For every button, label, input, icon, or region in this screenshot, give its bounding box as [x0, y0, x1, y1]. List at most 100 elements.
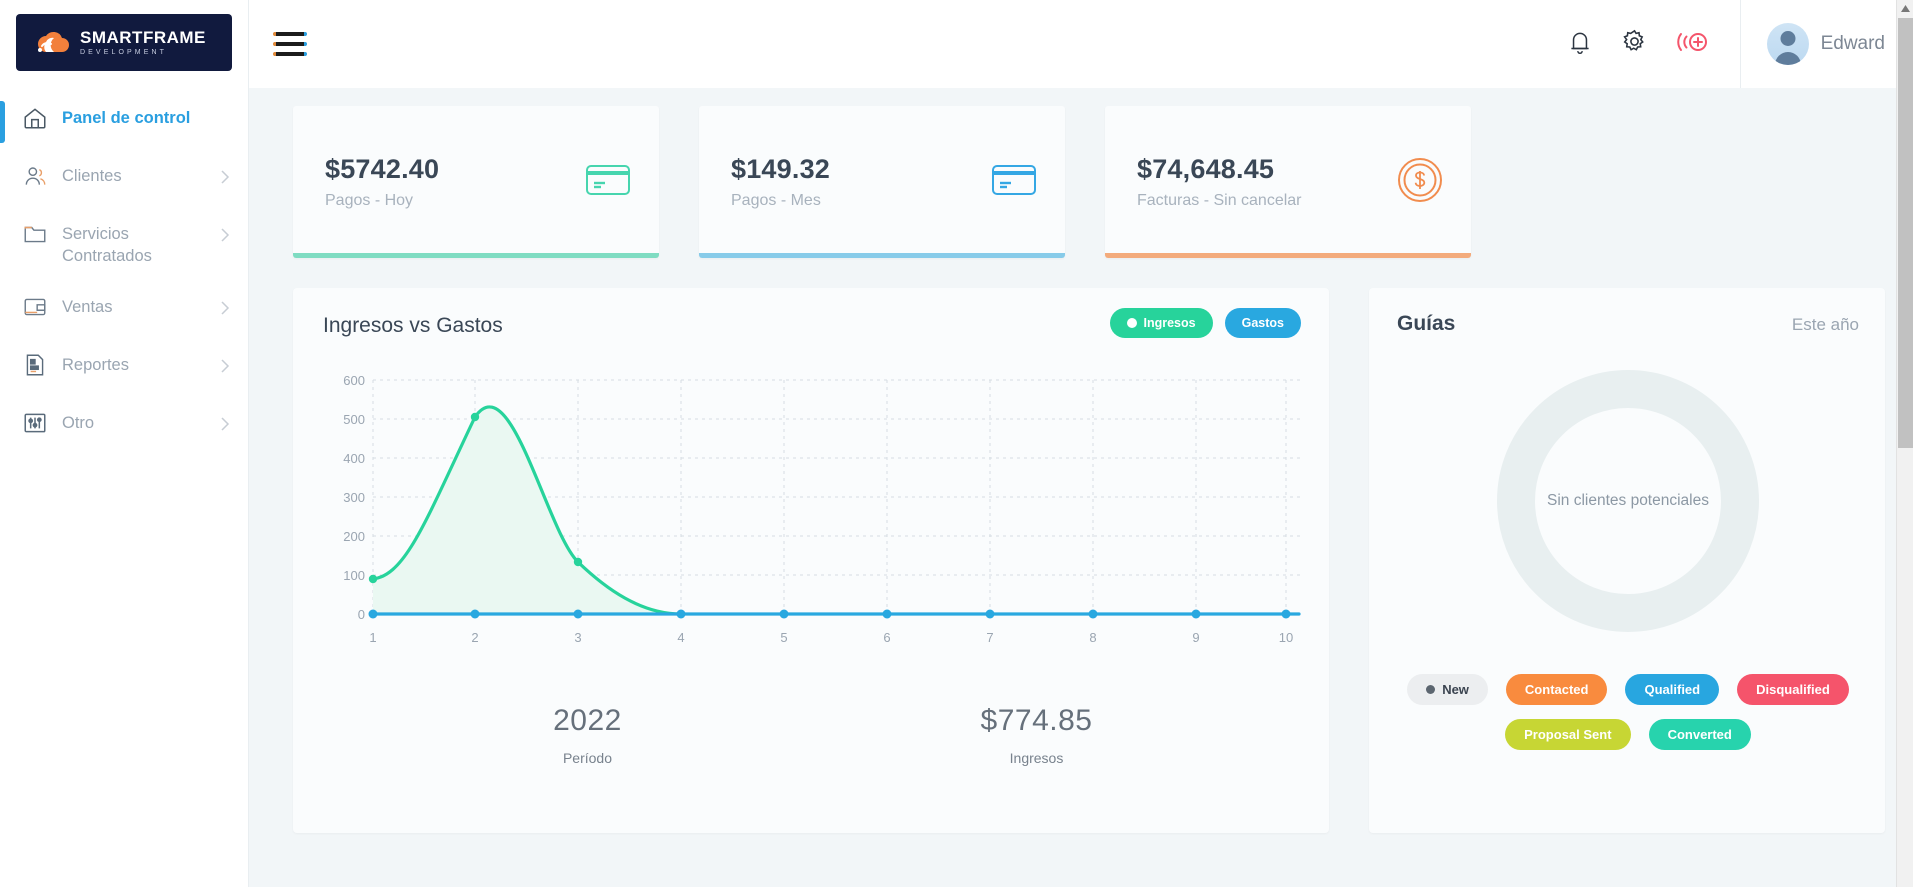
- stat-label: Facturas - Sin cancelar: [1137, 192, 1397, 210]
- brand-title: SMARTFRAME: [80, 29, 206, 46]
- logo-container[interactable]: SMARTFRAME DEVELOPMENT: [0, 0, 248, 87]
- stat-accent-bar: [1105, 253, 1471, 258]
- chart-card: Ingresos vs Gastos Ingresos Gastos: [293, 288, 1329, 833]
- broadcast-add-icon[interactable]: [1676, 28, 1710, 61]
- chevron-right-icon: [220, 227, 230, 243]
- status-badge-converted[interactable]: Converted: [1649, 719, 1751, 750]
- svg-text:4: 4: [677, 630, 684, 645]
- legend-pill-ingresos[interactable]: Ingresos: [1110, 308, 1213, 338]
- footer-label: Ingresos: [812, 750, 1261, 766]
- stat-cards: $5742.40 Pagos - Hoy: [293, 106, 1885, 258]
- badge-label: Proposal Sent: [1524, 727, 1611, 742]
- folder-icon: [22, 221, 48, 247]
- sidebar-item-label: Reportes: [62, 354, 206, 376]
- guides-period-selector[interactable]: Este año: [1792, 315, 1859, 335]
- svg-text:500: 500: [343, 412, 365, 427]
- status-badge-disqualified[interactable]: Disqualified: [1737, 674, 1849, 705]
- sliders-icon: [22, 410, 48, 436]
- svg-text:300: 300: [343, 490, 365, 505]
- badge-label: Disqualified: [1756, 682, 1830, 697]
- report-icon: [22, 352, 48, 378]
- badge-label: New: [1442, 682, 1469, 697]
- brand-text: SMARTFRAME DEVELOPMENT: [80, 29, 206, 56]
- svg-text:400: 400: [343, 451, 365, 466]
- status-badge-new[interactable]: New: [1407, 674, 1488, 705]
- stat-value: $149.32: [731, 154, 991, 185]
- badge-label: Converted: [1668, 727, 1732, 742]
- users-icon: [22, 163, 48, 189]
- panels: Ingresos vs Gastos Ingresos Gastos: [293, 288, 1885, 833]
- status-dot-icon: [1426, 685, 1435, 694]
- status-badge-contacted[interactable]: Contacted: [1506, 674, 1608, 705]
- sidebar-item-panel-de-control[interactable]: Panel de control: [0, 93, 248, 151]
- status-badges: New Contacted Qualified Disqualified Pro: [1397, 674, 1859, 750]
- sidebar-item-ventas[interactable]: Ventas: [0, 282, 248, 340]
- svg-text:3: 3: [574, 630, 581, 645]
- status-badge-qualified[interactable]: Qualified: [1625, 674, 1719, 705]
- stat-value: $74,648.45: [1137, 154, 1397, 185]
- svg-text:7: 7: [986, 630, 993, 645]
- ingresos-area: [373, 407, 681, 614]
- donut-chart-container: Sin clientes potenciales: [1397, 336, 1859, 666]
- stat-card-pagos-mes[interactable]: $149.32 Pagos - Mes: [699, 106, 1065, 258]
- credit-card-icon: [585, 163, 631, 202]
- svg-text:10: 10: [1279, 630, 1293, 645]
- svg-text:5: 5: [780, 630, 787, 645]
- sidebar-item-label: Ventas: [62, 296, 206, 318]
- area-chart-svg: 600 500 400 300 200 100 0 1: [331, 370, 1301, 670]
- sidebar-item-otro[interactable]: Otro: [0, 398, 248, 456]
- chart-footer-ingresos: $774.85 Ingresos: [812, 704, 1261, 766]
- stat-card-pagos-hoy[interactable]: $5742.40 Pagos - Hoy: [293, 106, 659, 258]
- sidebar: SMARTFRAME DEVELOPMENT Panel de control: [0, 0, 249, 887]
- legend-label: Gastos: [1242, 316, 1284, 330]
- stat-text: $5742.40 Pagos - Hoy: [325, 154, 585, 210]
- footer-value: 2022: [363, 704, 812, 738]
- badge-label: Contacted: [1525, 682, 1589, 697]
- sidebar-item-reportes[interactable]: Reportes: [0, 340, 248, 398]
- avatar: [1767, 23, 1809, 65]
- stat-accent-bar: [293, 253, 659, 258]
- chevron-right-icon: [220, 300, 230, 316]
- stat-card-facturas-sin-cancelar[interactable]: $74,648.45 Facturas - Sin cancelar: [1105, 106, 1471, 258]
- cloud-logo-icon: [32, 28, 72, 58]
- bell-icon[interactable]: [1567, 28, 1593, 61]
- chart-title: Ingresos vs Gastos: [323, 314, 503, 338]
- sidebar-item-servicios-contratados[interactable]: Servicios Contratados: [0, 209, 248, 282]
- home-icon: [22, 105, 48, 131]
- gear-icon[interactable]: [1621, 28, 1648, 60]
- svg-text:8: 8: [1089, 630, 1096, 645]
- brand-logo[interactable]: SMARTFRAME DEVELOPMENT: [16, 14, 232, 71]
- chart-plot: 600 500 400 300 200 100 0 1: [331, 370, 1301, 670]
- topbar: Edward: [249, 0, 1913, 88]
- status-badge-proposal-sent[interactable]: Proposal Sent: [1505, 719, 1630, 750]
- sidebar-item-label: Panel de control: [62, 107, 230, 129]
- chevron-right-icon: [220, 416, 230, 432]
- hamburger-icon[interactable]: [273, 32, 307, 56]
- user-name: Edward: [1821, 33, 1885, 55]
- wallet-icon: [22, 294, 48, 320]
- sidebar-item-label: Clientes: [62, 165, 206, 187]
- legend-label: Ingresos: [1144, 316, 1196, 330]
- sidebar-item-label: Otro: [62, 412, 206, 434]
- guides-header: Guías Este año: [1397, 312, 1859, 336]
- brand-subtitle: DEVELOPMENT: [80, 49, 206, 56]
- svg-text:200: 200: [343, 529, 365, 544]
- chevron-right-icon: [220, 169, 230, 185]
- user-menu[interactable]: Edward: [1741, 23, 1913, 65]
- guides-card: Guías Este año Sin clientes potenciales …: [1369, 288, 1885, 833]
- stat-label: Pagos - Hoy: [325, 192, 585, 210]
- topbar-icons: [1567, 28, 1740, 61]
- svg-text:6: 6: [883, 630, 890, 645]
- stat-value: $5742.40: [325, 154, 585, 185]
- scrollbar-thumb[interactable]: [1898, 18, 1913, 448]
- scrollbar-up-arrow-icon[interactable]: [1897, 0, 1913, 17]
- badge-label: Qualified: [1644, 682, 1700, 697]
- stat-label: Pagos - Mes: [731, 192, 991, 210]
- sidebar-item-clientes[interactable]: Clientes: [0, 151, 248, 209]
- donut-chart: Sin clientes potenciales: [1497, 370, 1759, 632]
- svg-text:100: 100: [343, 568, 365, 583]
- legend-pill-gastos[interactable]: Gastos: [1225, 308, 1301, 338]
- page-scrollbar[interactable]: [1896, 0, 1913, 887]
- coin-dollar-icon: [1397, 157, 1443, 208]
- sidebar-nav: Panel de control Clientes: [0, 87, 248, 456]
